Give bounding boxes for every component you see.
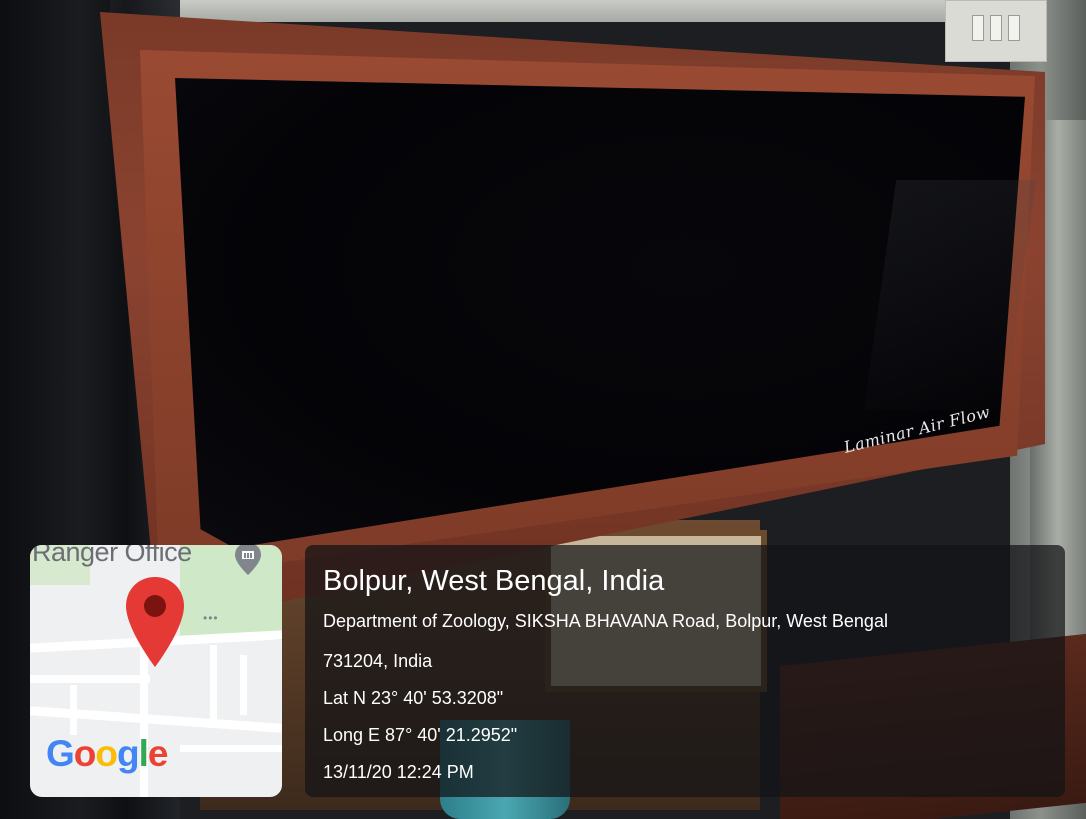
logo-letter: l bbox=[138, 733, 149, 774]
ceiling bbox=[100, 0, 1040, 22]
logo-letter: e bbox=[147, 733, 169, 774]
timestamp-text: 13/11/20 12:24 PM bbox=[323, 762, 474, 782]
map-thumbnail[interactable]: Ranger Office ••• Google bbox=[30, 545, 282, 797]
more-dots-icon: ••• bbox=[203, 611, 219, 625]
switch bbox=[990, 15, 1002, 41]
logo-letter: o bbox=[73, 733, 97, 774]
map-park-area bbox=[180, 545, 282, 640]
map-road bbox=[70, 685, 77, 735]
longitude-text: Long E 87° 40' 21.2952" bbox=[323, 725, 518, 745]
map-road bbox=[30, 675, 150, 683]
building-pin-icon bbox=[235, 545, 261, 575]
logo-letter: g bbox=[117, 733, 140, 774]
logo-letter: o bbox=[95, 733, 118, 774]
google-logo: Google bbox=[46, 733, 169, 775]
map-road bbox=[210, 645, 217, 725]
address-line-1: Department of Zoology, SIKSHA BHAVANA Ro… bbox=[323, 611, 888, 631]
switch bbox=[1008, 15, 1020, 41]
map-road bbox=[180, 745, 282, 752]
location-pin-icon bbox=[126, 577, 184, 667]
location-title: Bolpur, West Bengal, India bbox=[323, 565, 665, 597]
address-line-2: 731204, India bbox=[323, 651, 433, 671]
switch bbox=[972, 15, 984, 41]
map-place-label: Ranger Office bbox=[32, 545, 192, 567]
logo-letter: G bbox=[46, 733, 75, 774]
latitude-text: Lat N 23° 40' 53.3208" bbox=[323, 688, 504, 708]
switchboard bbox=[945, 0, 1047, 62]
map-road bbox=[240, 655, 247, 715]
